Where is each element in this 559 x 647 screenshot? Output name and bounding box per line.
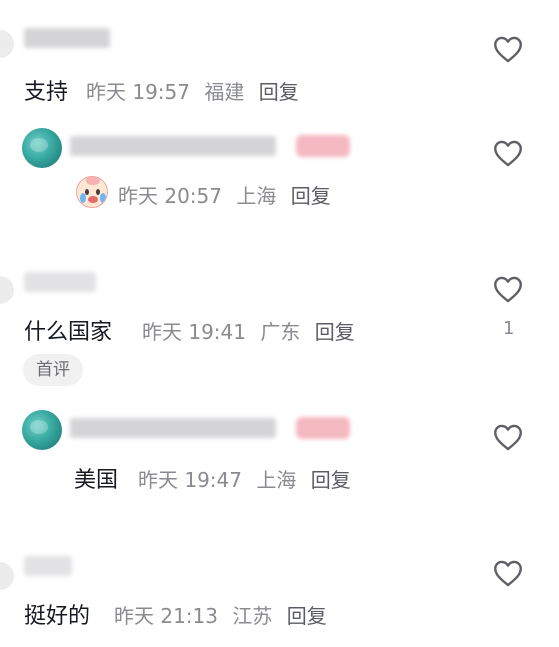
username[interactable] — [24, 272, 96, 292]
reply-button[interactable]: 回复 — [291, 184, 331, 208]
comment-time: 昨天 20:57 — [118, 184, 222, 208]
reply-button[interactable]: 回复 — [315, 320, 355, 344]
avatar[interactable] — [22, 410, 62, 450]
comment-meta: 昨天 21:13 江苏 回复 — [114, 600, 327, 629]
comment-time: 昨天 19:57 — [86, 80, 190, 104]
comment-text: 什么国家 — [24, 320, 113, 345]
like-heart-icon[interactable] — [490, 556, 526, 590]
username[interactable] — [24, 556, 72, 576]
comment-location: 福建 — [204, 80, 245, 104]
comment-text: 支持 — [24, 80, 69, 105]
comment-meta: 昨天 19:47 上海 回复 — [138, 464, 351, 493]
like-heart-icon[interactable] — [490, 136, 526, 170]
crying-emoji-icon — [76, 176, 108, 208]
comment-location: 江苏 — [232, 604, 273, 628]
comment-time: 昨天 19:41 — [142, 320, 246, 344]
reply-button[interactable]: 回复 — [259, 80, 299, 104]
first-comment-tag: 首评 — [23, 354, 83, 386]
username[interactable] — [70, 418, 276, 438]
comment-meta: 昨天 20:57 上海 回复 — [118, 180, 331, 209]
avatar[interactable] — [0, 276, 14, 304]
avatar[interactable] — [22, 128, 62, 168]
comment-location: 广东 — [260, 320, 301, 344]
like-count: 1 — [503, 318, 515, 339]
comment-meta: 昨天 19:41 广东 回复 — [142, 316, 355, 345]
reply-button[interactable]: 回复 — [311, 468, 351, 492]
comment-location: 上海 — [236, 184, 277, 208]
avatar[interactable] — [0, 562, 14, 590]
reply-button[interactable]: 回复 — [287, 604, 327, 628]
like-heart-icon[interactable] — [490, 272, 526, 306]
comment-time: 昨天 21:13 — [114, 604, 218, 628]
comment-meta: 昨天 19:57 福建 回复 — [86, 76, 299, 105]
comment-text: 挺好的 — [24, 604, 91, 629]
comment-time: 昨天 19:47 — [138, 468, 242, 492]
username[interactable] — [24, 28, 110, 48]
avatar[interactable] — [0, 30, 14, 58]
like-heart-icon[interactable] — [490, 32, 526, 66]
username[interactable] — [70, 136, 276, 156]
comment-location: 上海 — [256, 468, 297, 492]
comment-text: 美国 — [74, 468, 119, 493]
author-badge — [296, 135, 350, 157]
author-badge — [296, 417, 350, 439]
like-heart-icon[interactable] — [490, 420, 526, 454]
